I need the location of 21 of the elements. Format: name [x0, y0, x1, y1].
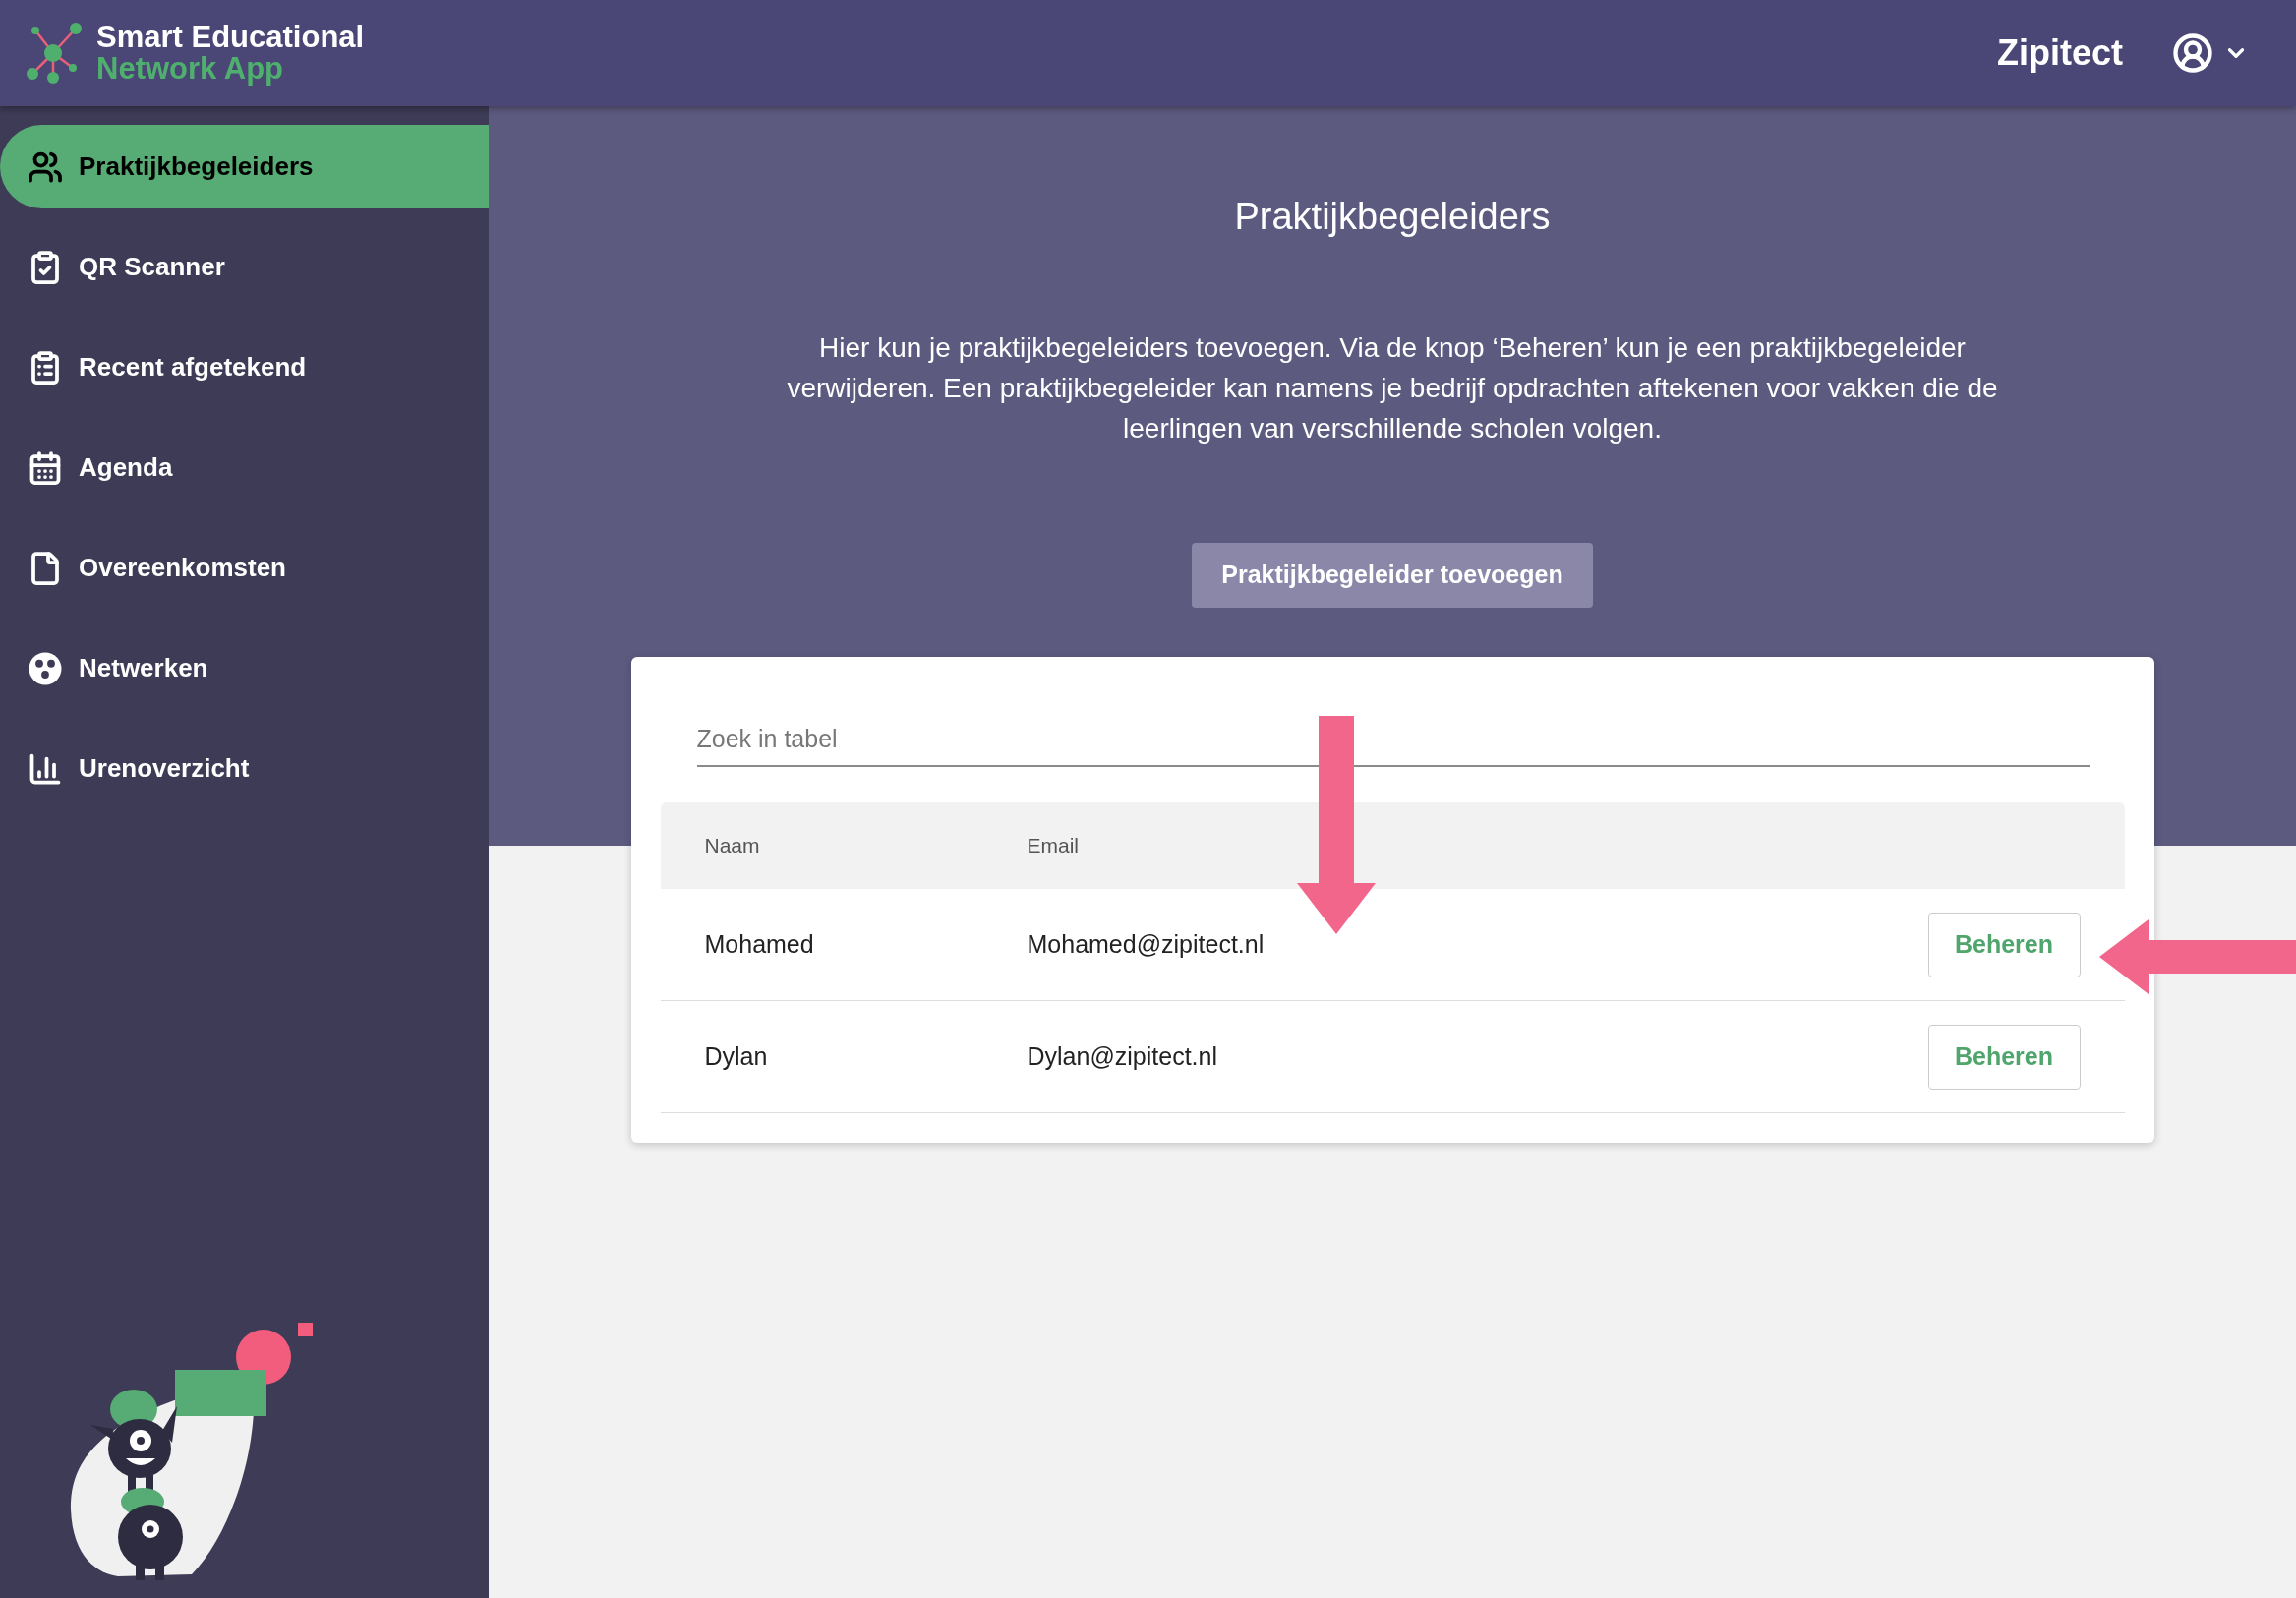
- sidebar-item[interactable]: Overeenkomsten: [0, 526, 489, 610]
- user-icon: [2172, 32, 2213, 74]
- company-name: Zipitect: [1997, 31, 2123, 75]
- page-title: Praktijkbegeleiders: [1234, 195, 1551, 239]
- table-cell-text: Dylan: [704, 1040, 769, 1072]
- table-cell-text: Mohamed: [704, 928, 815, 960]
- column-header: Email: [1027, 833, 1079, 859]
- sidebar-item[interactable]: QR Scanner: [0, 225, 489, 309]
- sidebar-item[interactable]: Agenda: [0, 426, 489, 509]
- calendar-icon: [28, 449, 63, 486]
- page-description: Hier kun je praktijkbegeleiders toevoegen. Via de knop ‘Beheren’ kun je een praktijkbegeleider verwijderen. Een praktijkbegeleider kan namens je bedrijf opdrachten aftekenen voor vakken die de leerlingen van verschillende scholen volgen.: [786, 331, 1999, 445]
- table-cell-text: Dylan@zipitect.nl: [1027, 1040, 1218, 1072]
- table-cell-text: Mohamed@zipitect.nl: [1027, 928, 1266, 960]
- sidebar-item[interactable]: Netwerken: [0, 626, 489, 710]
- sidebar-item[interactable]: Urenoverzicht: [0, 727, 489, 810]
- sidebar-item[interactable]: Recent afgetekend: [0, 326, 489, 409]
- logo-text: Network App: [96, 53, 285, 85]
- column-header: Naam: [704, 833, 761, 859]
- sidebar-item[interactable]: Praktijkbegeleiders: [0, 125, 489, 208]
- logo-text: Smart Educational: [96, 22, 365, 53]
- dots-circle-icon: [28, 650, 63, 686]
